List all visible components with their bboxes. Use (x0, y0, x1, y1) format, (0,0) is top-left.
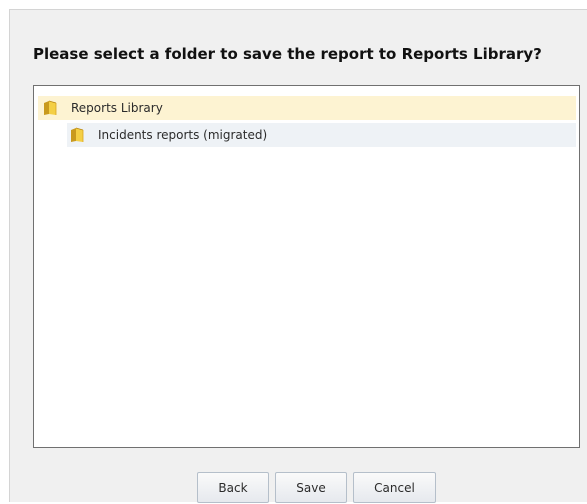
save-report-dialog: Please select a folder to save the repor… (9, 9, 587, 504)
tree-node-reports-library[interactable]: Reports Library (38, 96, 576, 120)
dialog-button-bar: Back Save Cancel (10, 472, 587, 504)
back-button[interactable]: Back (197, 472, 269, 503)
cancel-button[interactable]: Cancel (353, 472, 436, 503)
tree-node-incidents-reports[interactable]: Incidents reports (migrated) (67, 123, 576, 147)
folder-icon (71, 127, 84, 142)
save-button[interactable]: Save (275, 472, 347, 503)
folder-icon (44, 100, 57, 115)
dialog-prompt: Please select a folder to save the repor… (33, 45, 542, 63)
tree-node-label: Reports Library (71, 101, 163, 115)
folder-tree[interactable]: Reports Library Incidents reports (migra… (33, 85, 580, 448)
tree-node-label: Incidents reports (migrated) (98, 128, 268, 142)
